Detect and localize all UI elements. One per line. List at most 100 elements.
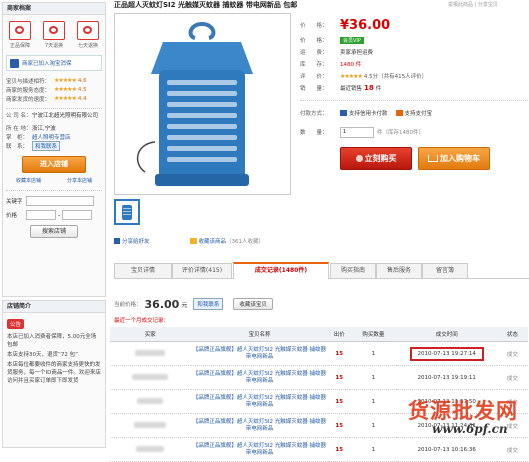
thumbnail[interactable] [114,199,140,225]
col-time: 成交时间 [396,327,497,342]
sold-row: 销 量： 最近销售 18 件 [300,82,528,94]
collect-shop-link[interactable]: 收藏本店铺 [16,177,41,184]
seller-link[interactable]: 超人照明专营店 [32,133,71,141]
tab-aftersale[interactable]: 售后服务 [376,263,422,278]
row-price: 15 [328,341,350,366]
product-image[interactable] [114,13,291,195]
keyword-row: 关键字 [6,196,102,206]
now-price-value: 36.00 [144,297,180,311]
tab-guestbook[interactable]: 留言簿 [422,263,468,278]
price-range-row: 价格 - [6,210,102,220]
buyer-masked [134,421,167,428]
row-time: 2010-07-13 19:19:11 [396,365,497,390]
stock-row: 库 存： 1480 件 [300,58,528,70]
company-value: 宁波江北超光照明有限公司 [32,113,99,119]
shop-ratings: 宝贝与描述相符： ★★★★★ 4.6 商家的服务态度： ★★★★★ 4.5 商家发货的速… [6,76,102,103]
collect-item-button[interactable]: 收藏该宝贝 [233,298,273,310]
row-qty: 1 [350,365,397,390]
badge-refund[interactable]: 七天退换 [73,21,103,49]
tab-transactions[interactable]: 成交记录(1480件) [233,262,329,279]
item-link[interactable]: 【品牌正品旗舰】超人灭蚊灯SI2 光触媒灭蚊器 捕蚊器 带电网新品 [190,437,329,462]
cart-icon [355,155,363,162]
consumer-protect-banner[interactable]: 商家已加入淘宝消保 [6,55,102,71]
shop-intro-content: 公告 本店已加入消费者保障，5.00元全场包邮 本店支持30天，退货“72 包”… [7,319,101,385]
range-dash: - [58,211,61,219]
table-header: 买家 宝贝名称 出价 购买数量 成交时间 状态 [110,327,528,342]
buy-now-button[interactable]: 立刻购买 [340,147,412,170]
tab-reviews[interactable]: 评价详情(415) [172,263,232,278]
collect-link[interactable]: 收藏该商品 [199,237,227,245]
item-link[interactable]: 【品牌正品旗舰】超人灭蚊灯SI2 光触媒灭蚊器 捕蚊器 带电网新品 [190,341,329,366]
keyword-label: 关键字 [6,199,23,205]
contact-badge[interactable]: 和我联系 [193,298,224,310]
refund-icon [77,21,99,40]
rating-row: 宝贝与描述相符： ★★★★★ 4.6 [6,76,102,85]
contact-row: 联 系： 和我联系 [6,140,102,151]
table-row: 【品牌正品旗舰】超人灭蚊灯SI2 光触媒灭蚊器 捕蚊器 带电网新品 15 1 2… [110,365,528,390]
records-summary: 最近一个月成交记录： [114,318,170,324]
price-min-input[interactable] [26,210,56,220]
star-icon: ★★★★★ [54,86,77,93]
row-qty: 1 [350,389,397,414]
price-label: 价格 [6,213,18,219]
buyer-cell [110,389,191,414]
shop-sidebar: 商家档案 正品保障 7天退换 七天退换 商家已加入淘宝消保 宝贝与描述相符： ★★… [0,0,108,448]
credit-card-icon [340,110,347,116]
rating-row: 商家的服务态度： ★★★★★ 4.5 [6,85,102,94]
top-links[interactable]: 举报此商品 | 分享宝贝 [448,1,528,8]
badge-return[interactable]: 7天退换 [39,21,69,49]
thumbnail-image [122,205,132,220]
enter-shop-button[interactable]: 进入店铺 [22,156,86,173]
buyer-cell [110,437,191,462]
col-price: 出价 [328,327,350,342]
badge-genuine[interactable]: 正品保障 [5,21,35,49]
share-link[interactable]: 分享给好友 [122,237,150,245]
shop-intro-header: 店铺简介 [3,301,105,313]
protect-label: 商家已加入淘宝消保 [22,61,72,67]
qty-row: 数 量： 件（库存1480件） [300,125,528,139]
pay-method-credit: 支持信用卡付款 [349,111,388,117]
badge-label: 七天退换 [77,43,98,49]
keyword-input[interactable] [26,196,94,206]
add-to-cart-button[interactable]: 加入购物车 [418,147,490,170]
buyer-cell [110,413,191,438]
row-price: 15 [328,365,350,390]
sold-number: 18 [364,84,374,92]
search-shop-button[interactable]: 搜索店铺 [30,225,78,238]
shop-info: 公 司 名： 宁波江北超光照明有限公司 所 在 地： 浙江,宁波 掌 柜： 超人照明专… [6,108,102,151]
sold-unit: 件 [375,86,382,92]
row-qty: 1 [350,437,397,462]
company-key: 公 司 名： [6,113,32,119]
item-link[interactable]: 【品牌正品旗舰】超人灭蚊灯SI2 光触媒灭蚊器 捕蚊器 带电网新品 [190,389,329,414]
shipping-label: 运 费： [300,50,328,56]
contact-button[interactable]: 和我联系 [32,140,61,151]
tab-detail[interactable]: 宝贝详情 [114,263,172,278]
col-status: 状态 [496,327,528,342]
tab-guide[interactable]: 购买指南 [330,263,376,278]
share-shop-link[interactable]: 分享本店铺 [67,177,92,184]
buyer-masked [136,445,165,452]
now-price-label: 当前价格： [114,302,142,308]
vip-row: 价 格： 会员VIP [300,34,528,46]
item-link[interactable]: 【品牌正品旗舰】超人灭蚊灯SI2 光触媒灭蚊器 捕蚊器 带电网新品 [190,413,329,438]
price-max-input[interactable] [62,210,93,220]
row-price: 15 [328,389,350,414]
company-row: 公 司 名： 宁波江北超光照明有限公司 [6,113,102,120]
stock-label: 库 存： [300,62,328,68]
rating-score: 4.5 [77,86,87,93]
rating-value[interactable]: 4.5分（共有415人评价） [364,72,427,80]
page-title: 正品超人灭蚊灯SI2 光触媒灭蚊器 捕蚊器 带电网新品 包邮 [114,1,298,9]
item-link[interactable]: 【品牌正品旗舰】超人灭蚊灯SI2 光触媒灭蚊器 捕蚊器 带电网新品 [190,365,329,390]
sold-label: 销 量： [300,86,328,92]
shop-actions: 收藏本店铺 分享本店铺 [3,177,105,184]
quantity-input[interactable] [340,126,374,138]
pay-section: 付款方式： 支持信用卡付款 支持支付宝 [300,100,528,119]
qty-stock-hint: 件（库存1480件） [377,130,424,136]
rating-row: 商家发货的速度： ★★★★★ 4.4 [6,94,102,103]
vip-label: 价 格： [300,38,328,44]
row-time: 2010-07-13 10:16:36 [396,437,497,462]
intro-line: 本店支持30天，退货“72 包” [7,352,78,358]
contact-key: 联 系： [6,143,29,150]
row-status: 成交 [496,365,528,390]
rating-score: 4.6 [77,77,87,84]
